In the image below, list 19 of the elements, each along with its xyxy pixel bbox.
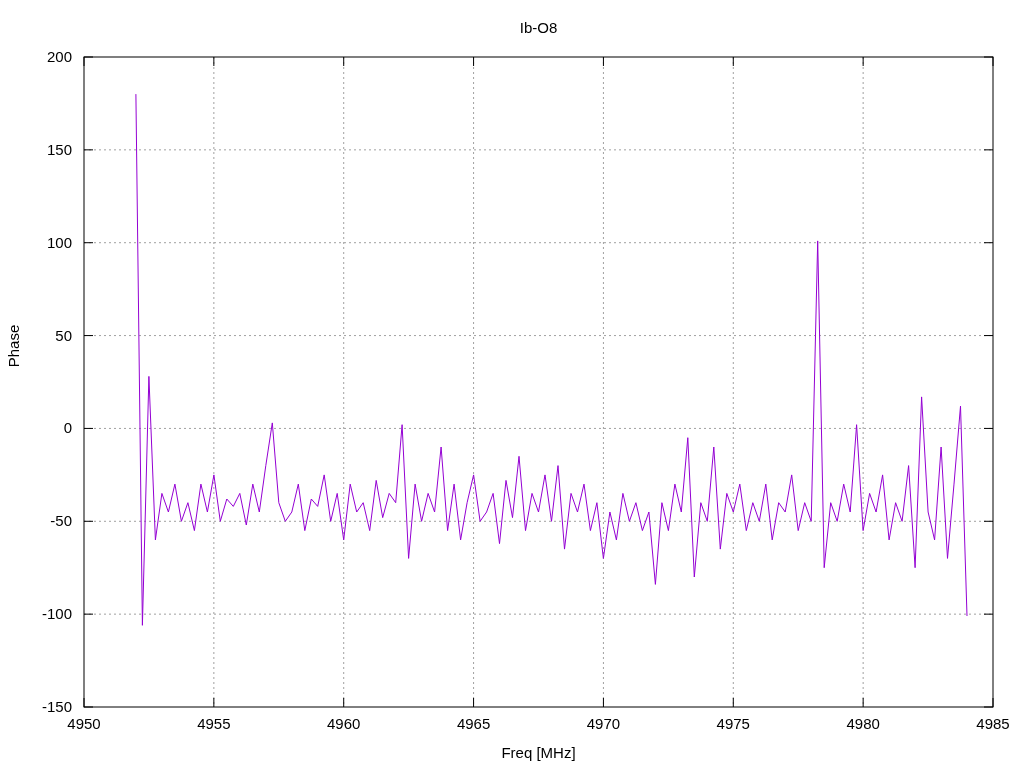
y-tick-label: 0 [63,419,72,437]
y-tick-label: 200 [46,48,72,65]
x-tick-label: 4970 [586,715,621,732]
x-tick-label: 4960 [327,715,361,732]
x-tick-label: 4950 [67,715,101,732]
x-tick-label: 4965 [456,715,491,732]
x-tick-label: 4980 [846,715,880,732]
y-tick-label: -50 [50,512,72,530]
y-axis-label: Phase [5,324,22,368]
x-tick-label: 4975 [716,715,750,732]
x-tick-label: 4955 [197,715,231,732]
y-tick-label: -150 [41,698,72,715]
y-tick-label: 100 [46,233,72,251]
x-axis-label: Freq [MHz] [501,744,576,761]
y-tick-label: -100 [41,605,72,623]
chart-title: Ib-O8 [519,19,558,36]
x-tick-label: 4985 [976,715,1010,732]
y-tick-label: 50 [55,326,72,344]
y-tick-label: 150 [46,140,72,158]
